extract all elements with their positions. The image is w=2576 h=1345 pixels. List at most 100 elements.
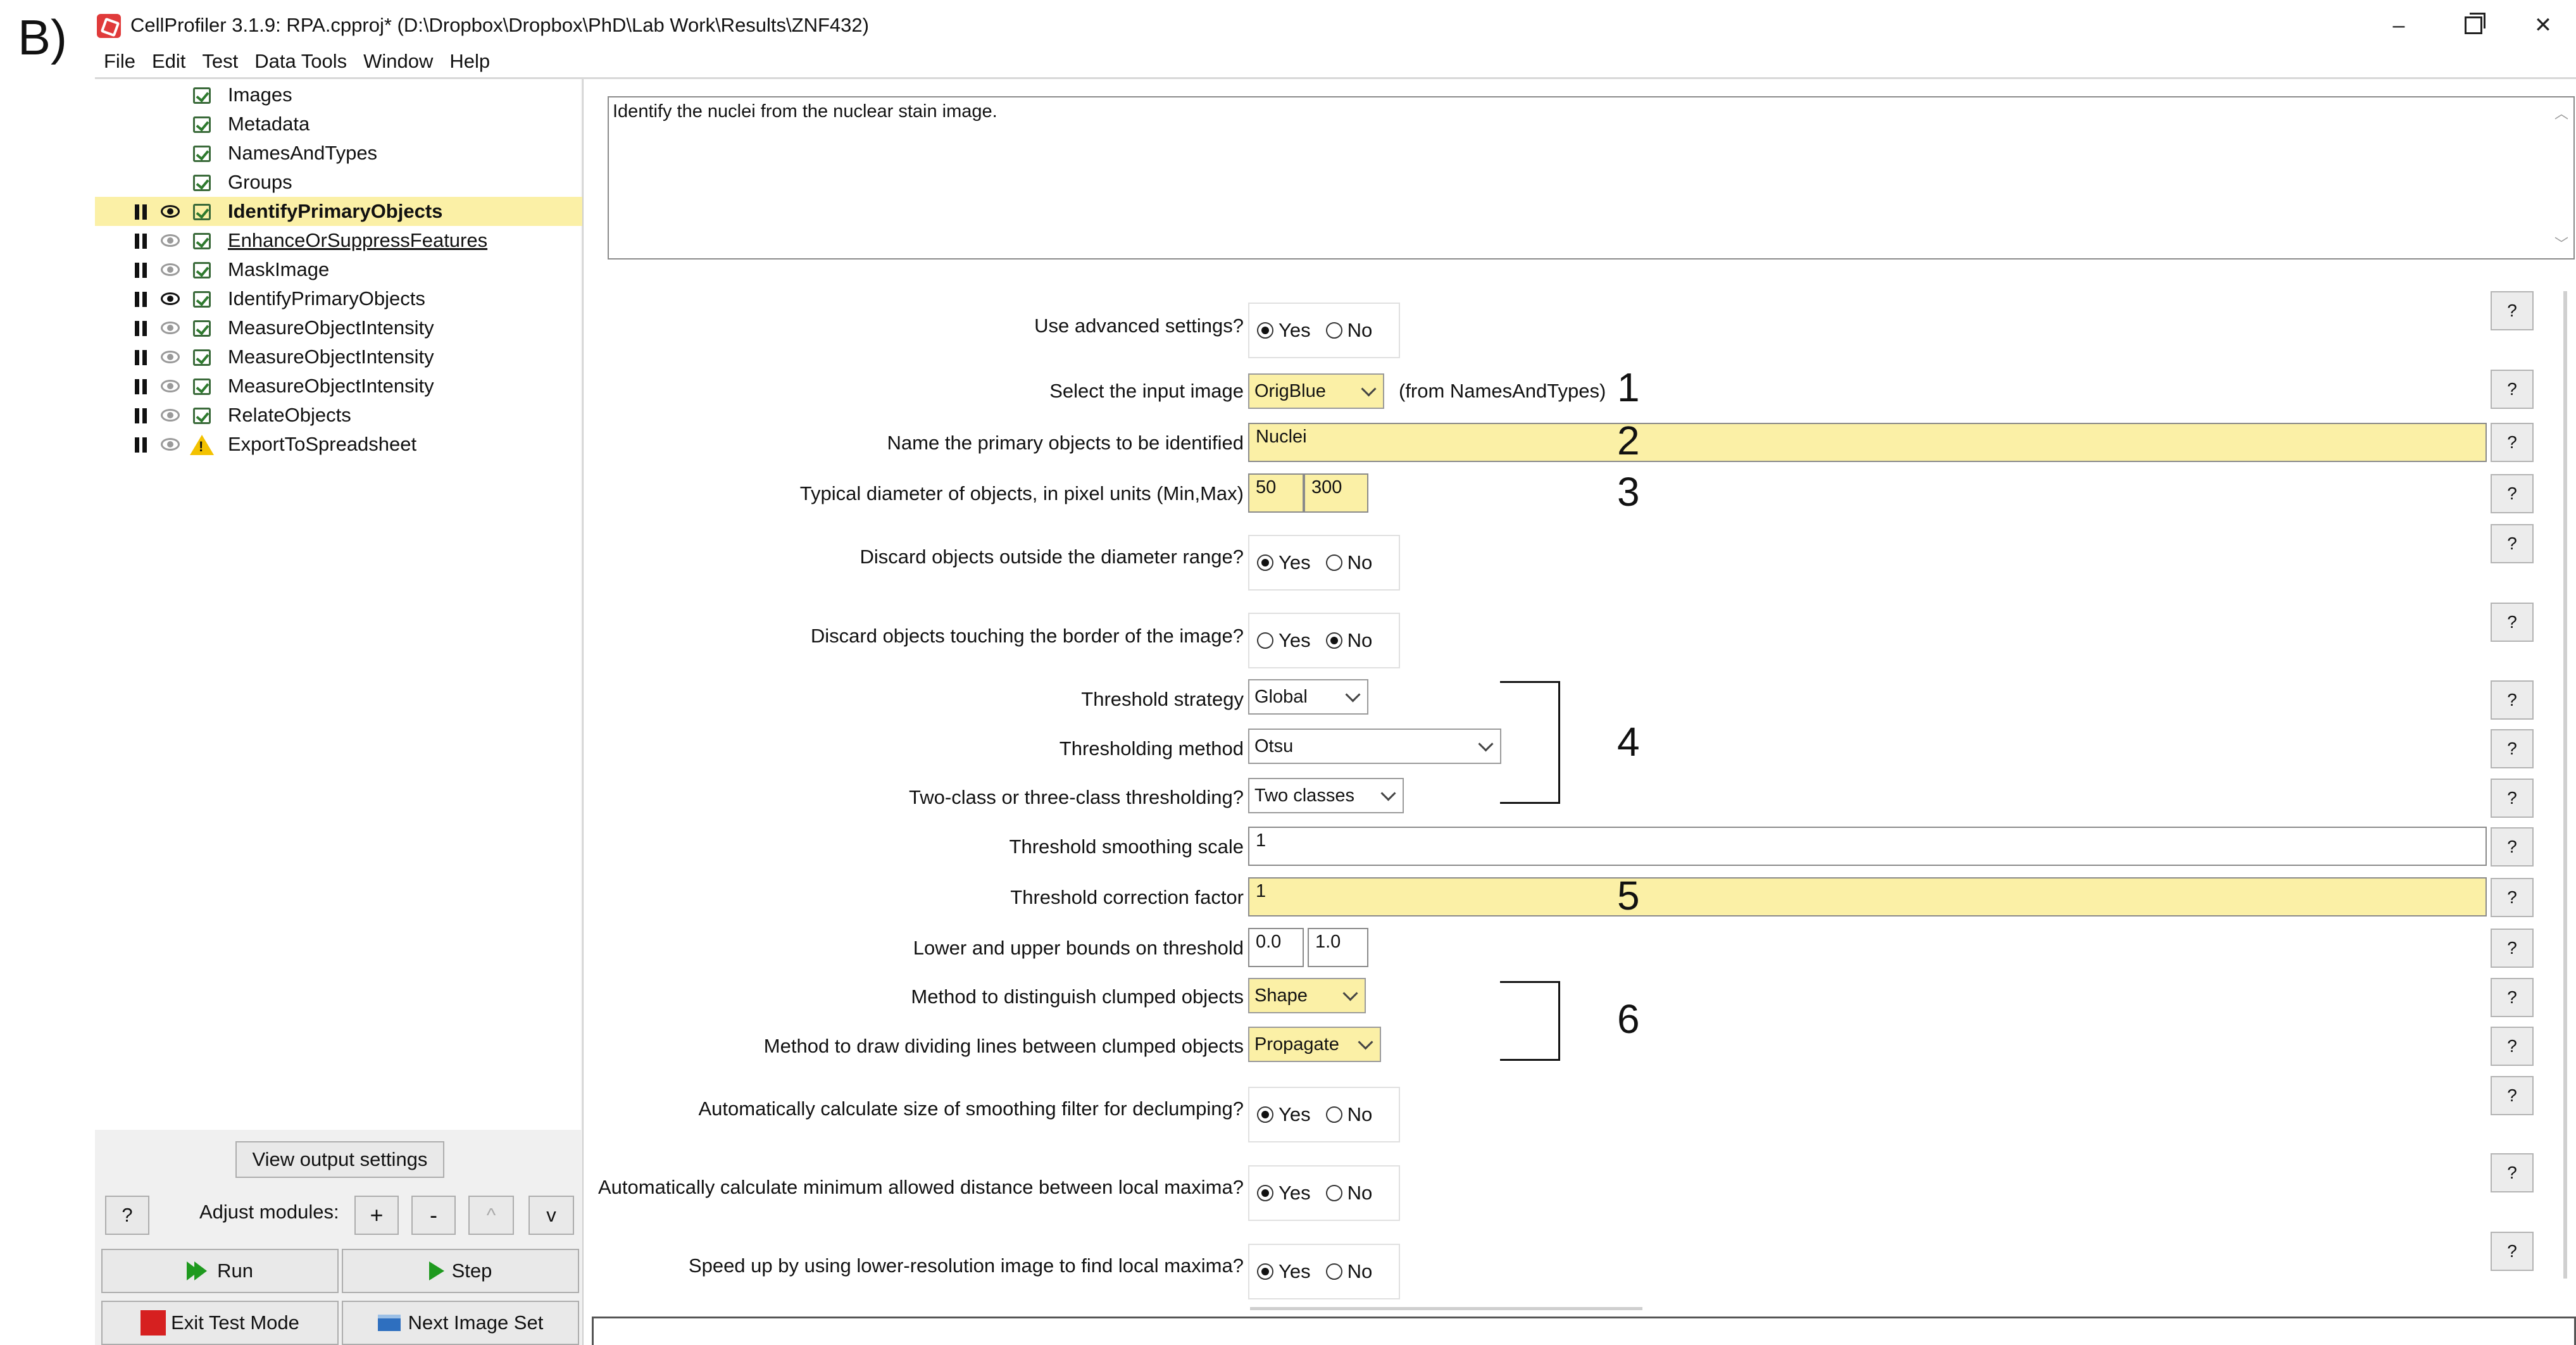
enabled-check-icon[interactable]: [193, 87, 211, 104]
upper-bound-field[interactable]: 1.0: [1308, 928, 1368, 967]
help-button[interactable]: ?: [2491, 474, 2534, 513]
menu-window[interactable]: Window: [354, 44, 441, 78]
menu-test[interactable]: Test: [193, 44, 246, 78]
module-row[interactable]: IdentifyPrimaryObjects: [95, 284, 582, 313]
module-row[interactable]: NamesAndTypes: [95, 139, 582, 168]
restore-button[interactable]: [2448, 6, 2499, 44]
module-row[interactable]: MaskImage: [95, 255, 582, 284]
module-row[interactable]: Metadata: [95, 109, 582, 139]
module-row[interactable]: MeasureObjectIntensity: [95, 342, 582, 372]
eye-open-icon[interactable]: [161, 292, 180, 305]
threshold-method-select[interactable]: Otsu: [1248, 729, 1501, 764]
correction-factor-field[interactable]: 1: [1248, 877, 2487, 916]
menu-data-tools[interactable]: Data Tools: [246, 44, 354, 78]
radio-no[interactable]: [1325, 554, 1342, 571]
radio-yes[interactable]: [1257, 1185, 1273, 1201]
pause-icon[interactable]: [135, 379, 149, 394]
warning-icon[interactable]: [190, 435, 214, 455]
module-row[interactable]: MeasureObjectIntensity: [95, 313, 582, 342]
menu-help[interactable]: Help: [441, 44, 497, 78]
enabled-check-icon[interactable]: [193, 320, 211, 337]
module-row[interactable]: RelateObjects: [95, 401, 582, 430]
adjust-help-button[interactable]: ?: [105, 1196, 149, 1235]
eye-open-icon[interactable]: [161, 205, 180, 218]
close-button[interactable]: ✕: [2518, 6, 2568, 44]
module-row-selected[interactable]: IdentifyPrimaryObjects: [95, 197, 582, 226]
eye-hidden-icon[interactable]: [161, 380, 180, 392]
help-button[interactable]: ?: [2491, 524, 2534, 563]
diameter-min-field[interactable]: 50: [1248, 473, 1304, 513]
help-button[interactable]: ?: [2491, 1076, 2534, 1115]
help-button[interactable]: ?: [2491, 603, 2534, 642]
view-output-settings-button[interactable]: View output settings: [235, 1141, 444, 1178]
enabled-check-icon[interactable]: [193, 349, 211, 366]
help-button[interactable]: ?: [2491, 1153, 2534, 1192]
scroll-up-icon[interactable]: ︿: [2554, 103, 2568, 123]
radio-yes[interactable]: [1257, 1263, 1273, 1280]
pause-icon[interactable]: [135, 437, 149, 453]
radio-no[interactable]: [1325, 632, 1342, 649]
threshold-classes-select[interactable]: Two classes: [1248, 778, 1404, 813]
input-image-select[interactable]: OrigBlue: [1248, 373, 1384, 409]
enabled-check-icon[interactable]: [193, 262, 211, 278]
pause-icon[interactable]: [135, 263, 149, 278]
enabled-check-icon[interactable]: [193, 291, 211, 308]
move-module-down-button[interactable]: v: [528, 1196, 574, 1235]
auto-min-distance-radio[interactable]: Yes No: [1248, 1165, 1400, 1221]
eye-hidden-icon[interactable]: [161, 438, 180, 451]
move-module-up-button[interactable]: ^: [468, 1196, 514, 1235]
help-button[interactable]: ?: [2491, 1232, 2534, 1271]
radio-yes[interactable]: [1257, 554, 1273, 571]
help-button[interactable]: ?: [2491, 1027, 2534, 1066]
module-row[interactable]: Groups: [95, 168, 582, 197]
diameter-max-field[interactable]: 300: [1304, 473, 1368, 513]
menu-file[interactable]: File: [95, 44, 143, 78]
horizontal-scroll-thumb[interactable]: [1250, 1307, 1642, 1310]
module-row[interactable]: Images: [95, 80, 582, 109]
pause-icon[interactable]: [135, 292, 149, 307]
discard-border-radio[interactable]: Yes No: [1248, 613, 1400, 668]
scroll-down-icon[interactable]: ﹀: [2554, 233, 2568, 253]
enabled-check-icon[interactable]: [193, 378, 211, 395]
help-button[interactable]: ?: [2491, 423, 2534, 462]
radio-yes[interactable]: [1257, 1106, 1273, 1123]
help-button[interactable]: ?: [2491, 779, 2534, 818]
enabled-check-icon[interactable]: [193, 175, 211, 191]
radio-yes[interactable]: [1257, 322, 1273, 339]
enabled-check-icon[interactable]: [193, 204, 211, 220]
low-res-radio[interactable]: Yes No: [1248, 1244, 1400, 1299]
auto-smoothing-radio[interactable]: Yes No: [1248, 1087, 1400, 1142]
module-notes-box[interactable]: Identify the nuclei from the nuclear sta…: [608, 96, 2575, 260]
use-advanced-radio[interactable]: Yes No: [1248, 303, 1400, 358]
settings-scrollbar[interactable]: [2563, 291, 2567, 1279]
menu-edit[interactable]: Edit: [143, 44, 193, 78]
radio-no[interactable]: [1325, 1263, 1342, 1280]
pause-icon[interactable]: [135, 204, 149, 220]
help-button[interactable]: ?: [2491, 827, 2534, 866]
help-button[interactable]: ?: [2491, 680, 2534, 720]
minimize-button[interactable]: –: [2373, 6, 2424, 44]
next-image-set-button[interactable]: Next Image Set: [342, 1301, 579, 1345]
help-button[interactable]: ?: [2491, 370, 2534, 409]
pause-icon[interactable]: [135, 234, 149, 249]
eye-hidden-icon[interactable]: [161, 409, 180, 422]
lower-bound-field[interactable]: 0.0: [1248, 928, 1304, 967]
radio-no[interactable]: [1325, 1185, 1342, 1201]
help-button[interactable]: ?: [2491, 878, 2534, 917]
enabled-check-icon[interactable]: [193, 116, 211, 133]
eye-hidden-icon[interactable]: [161, 263, 180, 276]
threshold-strategy-select[interactable]: Global: [1248, 679, 1368, 715]
help-button[interactable]: ?: [2491, 291, 2534, 330]
eye-hidden-icon[interactable]: [161, 322, 180, 334]
help-button[interactable]: ?: [2491, 929, 2534, 968]
radio-yes[interactable]: [1257, 632, 1273, 649]
radio-no[interactable]: [1325, 1106, 1342, 1123]
enabled-check-icon[interactable]: [193, 408, 211, 424]
enabled-check-icon[interactable]: [193, 146, 211, 162]
help-button[interactable]: ?: [2491, 978, 2534, 1017]
help-button[interactable]: ?: [2491, 729, 2534, 768]
smoothing-scale-field[interactable]: 1: [1248, 827, 2487, 866]
step-button[interactable]: Step: [342, 1249, 579, 1293]
clump-method-select[interactable]: Shape: [1248, 978, 1366, 1013]
module-row[interactable]: EnhanceOrSuppressFeatures: [95, 226, 582, 255]
